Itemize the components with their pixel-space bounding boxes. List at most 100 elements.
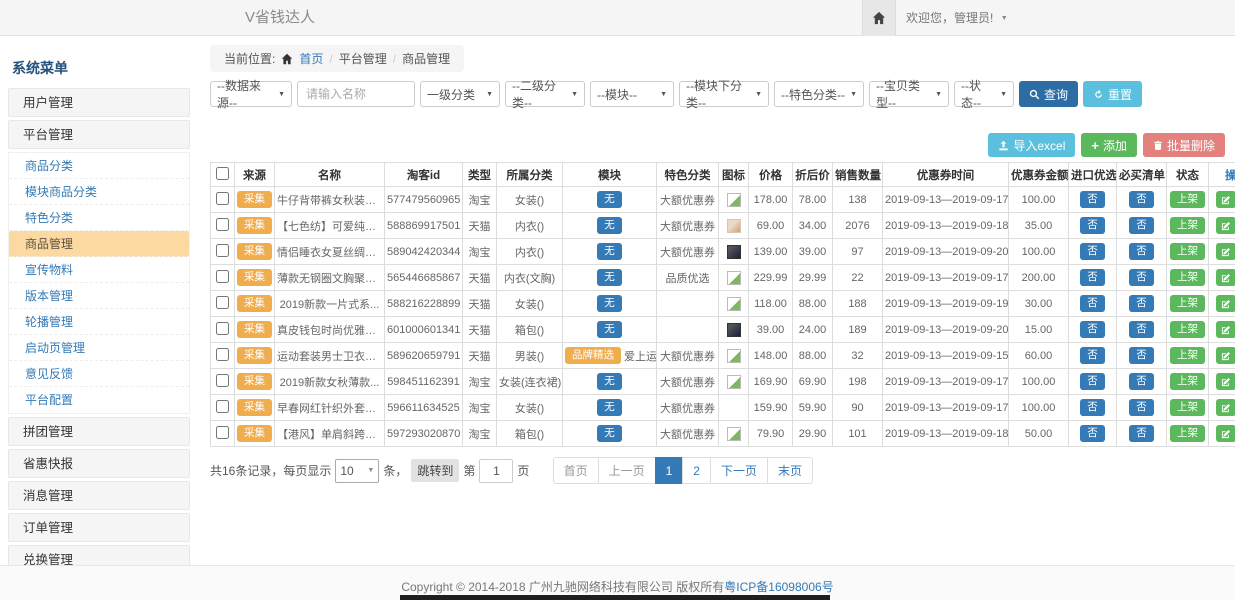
sidebar-group[interactable]: 用户管理 bbox=[8, 88, 190, 117]
import-toggle[interactable]: 否 bbox=[1080, 191, 1105, 208]
mustbuy-toggle[interactable]: 否 bbox=[1129, 295, 1154, 312]
sidebar-item[interactable]: 商品分类 bbox=[9, 153, 189, 179]
mustbuy-toggle[interactable]: 否 bbox=[1129, 373, 1154, 390]
sidebar-group[interactable]: 兑换管理 bbox=[8, 545, 190, 565]
sidebar-item[interactable]: 模块商品分类 bbox=[9, 179, 189, 205]
jump-button[interactable]: 跳转到 bbox=[411, 459, 459, 482]
import-toggle[interactable]: 否 bbox=[1080, 347, 1105, 364]
filter-select[interactable]: --宝贝类型--▼ bbox=[869, 81, 949, 107]
edit-button[interactable] bbox=[1216, 321, 1235, 338]
jump-page-input[interactable] bbox=[479, 459, 513, 483]
sidebar-item[interactable]: 启动页管理 bbox=[9, 335, 189, 361]
status-badge[interactable]: 上架 bbox=[1170, 191, 1205, 208]
module-badge[interactable]: 无 bbox=[597, 321, 622, 338]
row-checkbox[interactable] bbox=[216, 296, 229, 309]
mustbuy-toggle[interactable]: 否 bbox=[1129, 243, 1154, 260]
edit-button[interactable] bbox=[1216, 217, 1235, 234]
reset-button[interactable]: 重置 bbox=[1083, 81, 1142, 107]
page-button[interactable]: 2 bbox=[682, 457, 711, 484]
module-badge[interactable]: 无 bbox=[597, 191, 622, 208]
mustbuy-toggle[interactable]: 否 bbox=[1129, 217, 1154, 234]
edit-button[interactable] bbox=[1216, 191, 1235, 208]
breadcrumb-home-link[interactable]: 首页 bbox=[299, 50, 323, 67]
module-badge[interactable]: 无 bbox=[597, 399, 622, 416]
sidebar-group[interactable]: 省惠快报 bbox=[8, 449, 190, 478]
sidebar-item[interactable]: 宣传物料 bbox=[9, 257, 189, 283]
module-badge[interactable]: 无 bbox=[597, 373, 622, 390]
import-toggle[interactable]: 否 bbox=[1080, 269, 1105, 286]
import-toggle[interactable]: 否 bbox=[1080, 217, 1105, 234]
add-button[interactable]: + 添加 bbox=[1081, 133, 1137, 157]
icp-link[interactable]: 粤ICP备16098006号 bbox=[724, 580, 833, 594]
row-checkbox[interactable] bbox=[216, 400, 229, 413]
row-checkbox[interactable] bbox=[216, 426, 229, 439]
select-all-checkbox[interactable] bbox=[216, 167, 229, 180]
sidebar-group[interactable]: 拼团管理 bbox=[8, 417, 190, 446]
page-button[interactable]: 上一页 bbox=[598, 457, 656, 484]
edit-button[interactable] bbox=[1216, 373, 1235, 390]
row-checkbox[interactable] bbox=[216, 218, 229, 231]
sidebar-item[interactable]: 特色分类 bbox=[9, 205, 189, 231]
edit-button[interactable] bbox=[1216, 243, 1235, 260]
filter-select[interactable]: --特色分类--▼ bbox=[774, 81, 864, 107]
status-badge[interactable]: 上架 bbox=[1170, 243, 1205, 260]
filter-select[interactable]: --模块--▼ bbox=[590, 81, 674, 107]
row-checkbox[interactable] bbox=[216, 244, 229, 257]
sidebar-group[interactable]: 平台管理 bbox=[8, 120, 190, 149]
row-checkbox[interactable] bbox=[216, 322, 229, 335]
edit-button[interactable] bbox=[1216, 399, 1235, 416]
import-toggle[interactable]: 否 bbox=[1080, 373, 1105, 390]
import-excel-button[interactable]: 导入excel bbox=[988, 133, 1075, 157]
user-menu[interactable]: 欢迎您，管理员! ▼ bbox=[906, 0, 1008, 37]
edit-button[interactable] bbox=[1216, 269, 1235, 286]
status-badge[interactable]: 上架 bbox=[1170, 399, 1205, 416]
sidebar-item[interactable]: 平台配置 bbox=[9, 387, 189, 413]
sidebar-item[interactable]: 轮播管理 bbox=[9, 309, 189, 335]
module-badge[interactable]: 无 bbox=[597, 243, 622, 260]
name-search-input[interactable] bbox=[297, 81, 415, 107]
row-checkbox[interactable] bbox=[216, 270, 229, 283]
page-button[interactable]: 1 bbox=[655, 457, 684, 484]
filter-select[interactable]: --状态--▼ bbox=[954, 81, 1014, 107]
sidebar-item-active[interactable]: 商品管理 bbox=[9, 231, 189, 257]
module-badge[interactable]: 品牌精选 bbox=[565, 347, 621, 364]
page-size-select[interactable]: 10 ▼ bbox=[335, 459, 379, 483]
filter-select[interactable]: --二级分类--▼ bbox=[505, 81, 585, 107]
edit-button[interactable] bbox=[1216, 347, 1235, 364]
page-button[interactable]: 首页 bbox=[553, 457, 599, 484]
status-badge[interactable]: 上架 bbox=[1170, 425, 1205, 442]
mustbuy-toggle[interactable]: 否 bbox=[1129, 269, 1154, 286]
import-toggle[interactable]: 否 bbox=[1080, 243, 1105, 260]
filter-select[interactable]: --模块下分类--▼ bbox=[679, 81, 769, 107]
sidebar-item[interactable]: 意见反馈 bbox=[9, 361, 189, 387]
status-badge[interactable]: 上架 bbox=[1170, 295, 1205, 312]
sidebar-item[interactable]: 版本管理 bbox=[9, 283, 189, 309]
page-button[interactable]: 下一页 bbox=[710, 457, 768, 484]
row-checkbox[interactable] bbox=[216, 374, 229, 387]
edit-button[interactable] bbox=[1216, 295, 1235, 312]
module-badge[interactable]: 无 bbox=[597, 425, 622, 442]
import-toggle[interactable]: 否 bbox=[1080, 295, 1105, 312]
mustbuy-toggle[interactable]: 否 bbox=[1129, 321, 1154, 338]
status-badge[interactable]: 上架 bbox=[1170, 347, 1205, 364]
status-badge[interactable]: 上架 bbox=[1170, 269, 1205, 286]
mustbuy-toggle[interactable]: 否 bbox=[1129, 425, 1154, 442]
sidebar-group[interactable]: 订单管理 bbox=[8, 513, 190, 542]
page-button[interactable]: 末页 bbox=[767, 457, 813, 484]
status-badge[interactable]: 上架 bbox=[1170, 321, 1205, 338]
row-checkbox[interactable] bbox=[216, 348, 229, 361]
home-shortcut-button[interactable] bbox=[862, 0, 896, 36]
query-button[interactable]: 查询 bbox=[1019, 81, 1078, 107]
mustbuy-toggle[interactable]: 否 bbox=[1129, 347, 1154, 364]
batch-delete-button[interactable]: 批量删除 bbox=[1143, 133, 1225, 157]
import-toggle[interactable]: 否 bbox=[1080, 399, 1105, 416]
row-checkbox[interactable] bbox=[216, 192, 229, 205]
mustbuy-toggle[interactable]: 否 bbox=[1129, 399, 1154, 416]
import-toggle[interactable]: 否 bbox=[1080, 425, 1105, 442]
module-badge[interactable]: 无 bbox=[597, 217, 622, 234]
sidebar-group[interactable]: 消息管理 bbox=[8, 481, 190, 510]
import-toggle[interactable]: 否 bbox=[1080, 321, 1105, 338]
module-badge[interactable]: 无 bbox=[597, 269, 622, 286]
filter-select[interactable]: --数据来源--▼ bbox=[210, 81, 292, 107]
edit-button[interactable] bbox=[1216, 425, 1235, 442]
